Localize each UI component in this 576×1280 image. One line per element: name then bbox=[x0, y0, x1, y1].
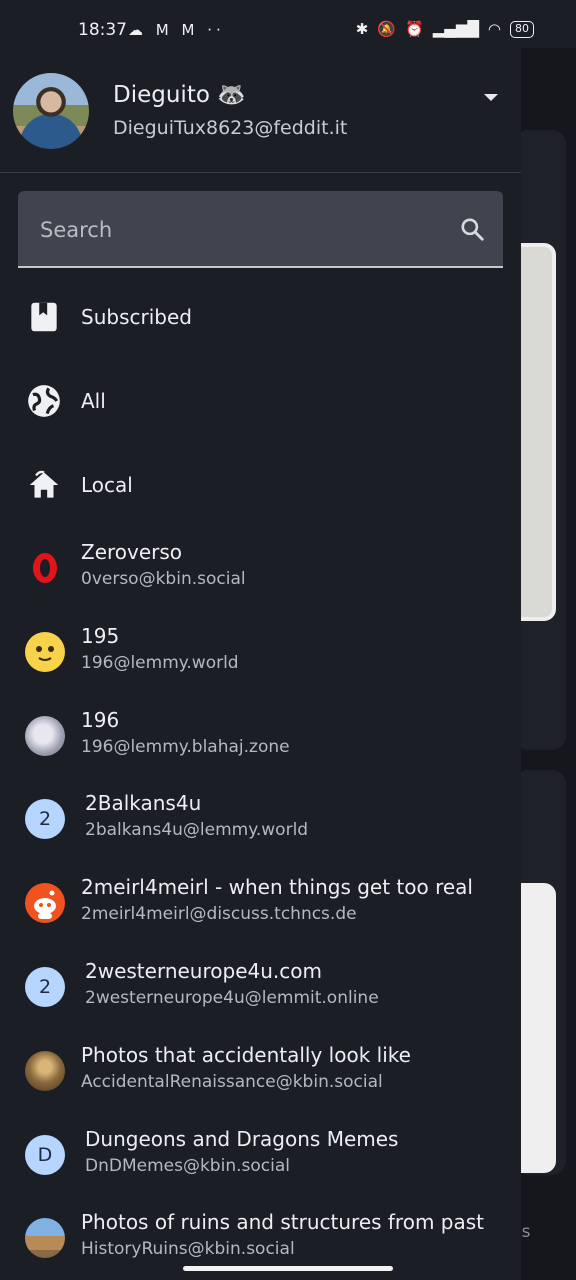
nav-label: All bbox=[81, 389, 106, 413]
marble-avatar bbox=[25, 715, 65, 756]
globe-icon bbox=[28, 385, 60, 417]
community-title: 196 bbox=[81, 707, 120, 732]
community-handle: 2westerneurope4u@lemmit.online bbox=[85, 987, 379, 1008]
search-placeholder: Search bbox=[40, 218, 113, 242]
avatar[interactable] bbox=[13, 73, 89, 149]
community-item[interactable]: D Dungeons and Dragons Memes DnDMemes@kb… bbox=[0, 1113, 521, 1197]
notification-icons: ☁ M M ·· bbox=[128, 21, 225, 39]
community-item[interactable]: 195 196@lemmy.world bbox=[0, 610, 521, 694]
signal-icon: ▂▄▆█ bbox=[432, 20, 479, 38]
status-bar: 18:37 ☁ M M ·· ✱ 🔕 ⏰ ▂▄▆█ ◠ 80 bbox=[0, 0, 576, 48]
community-handle: 196@lemmy.blahaj.zone bbox=[81, 736, 290, 757]
status-time: 18:37 bbox=[78, 20, 127, 40]
system-icons: ✱ 🔕 ⏰ ▂▄▆█ ◠ 80 bbox=[356, 20, 534, 38]
community-handle: HistoryRuins@kbin.social bbox=[81, 1239, 295, 1260]
reddit-alien-icon bbox=[25, 883, 65, 924]
bookmark-icon bbox=[31, 302, 57, 332]
account-name: Dieguito 🦝 bbox=[113, 82, 246, 108]
community-handle: AccidentalRenaissance@kbin.social bbox=[81, 1071, 383, 1092]
letter-avatar: 2 bbox=[25, 799, 65, 840]
alarm-icon: ⏰ bbox=[405, 20, 424, 38]
community-item[interactable]: 2meirl4meirl - when things get too real … bbox=[0, 861, 521, 945]
community-item[interactable]: 196 196@lemmy.blahaj.zone bbox=[0, 694, 521, 778]
community-handle: 2meirl4meirl@discuss.tchncs.de bbox=[81, 904, 357, 925]
ruins-avatar bbox=[25, 1218, 65, 1259]
community-item[interactable]: Zeroverso 0verso@kbin.social bbox=[0, 526, 521, 610]
mute-icon: 🔕 bbox=[377, 20, 397, 38]
community-handle: DnDMemes@kbin.social bbox=[85, 1155, 290, 1176]
community-title: Zeroverso bbox=[81, 540, 183, 564]
community-handle: 196@lemmy.world bbox=[81, 652, 239, 673]
community-handle: 0verso@kbin.social bbox=[81, 569, 246, 589]
drawer-list: Subscribed All Local Zeroverso 0verso@kb… bbox=[0, 274, 521, 1280]
search-input[interactable]: Search bbox=[18, 191, 503, 268]
chevron-down-icon[interactable] bbox=[484, 94, 498, 101]
wifi-icon: ◠ bbox=[487, 20, 501, 38]
emoji-face-icon bbox=[25, 631, 65, 672]
community-title: 2Balkans4u bbox=[85, 791, 202, 816]
zeroverso-logo bbox=[25, 548, 65, 588]
community-title: Photos that accidentally look like bbox=[81, 1042, 411, 1067]
nav-item-all[interactable]: All bbox=[0, 358, 521, 442]
bluetooth-icon: ✱ bbox=[355, 20, 369, 38]
nav-label: Subscribed bbox=[81, 305, 192, 329]
nav-item-local[interactable]: Local bbox=[0, 442, 521, 526]
community-title: 2meirl4meirl - when things get too real bbox=[81, 875, 473, 900]
community-handle: 2balkans4u@lemmy.world bbox=[85, 820, 309, 841]
search-icon[interactable] bbox=[459, 216, 485, 242]
nav-item-subscribed[interactable]: Subscribed bbox=[0, 274, 521, 358]
community-item[interactable]: Photos that accidentally look like Accid… bbox=[0, 1029, 521, 1113]
letter-avatar: D bbox=[25, 1134, 65, 1175]
community-title: 2westerneurope4u.com bbox=[85, 958, 322, 983]
account-handle: DieguiTux8623@feddit.it bbox=[113, 117, 348, 139]
nav-label: Local bbox=[81, 473, 133, 497]
community-title: 195 bbox=[81, 623, 120, 648]
community-title: Dungeons and Dragons Memes bbox=[85, 1126, 399, 1151]
painting-avatar bbox=[25, 1050, 65, 1091]
community-item[interactable]: 2 2Balkans4u 2balkans4u@lemmy.world bbox=[0, 777, 521, 861]
account-header[interactable]: Dieguito 🦝 DieguiTux8623@feddit.it bbox=[0, 48, 521, 173]
community-item[interactable]: 2 2westerneurope4u.com 2westerneurope4u@… bbox=[0, 945, 521, 1029]
home-icon bbox=[29, 470, 59, 498]
battery-icon: 80 bbox=[510, 20, 534, 38]
navigation-drawer: Dieguito 🦝 DieguiTux8623@feddit.it Searc… bbox=[0, 48, 521, 1280]
community-title: Photos of ruins and structures from past bbox=[81, 1210, 485, 1235]
letter-avatar: 2 bbox=[25, 966, 65, 1007]
gesture-bar[interactable] bbox=[183, 1266, 393, 1271]
